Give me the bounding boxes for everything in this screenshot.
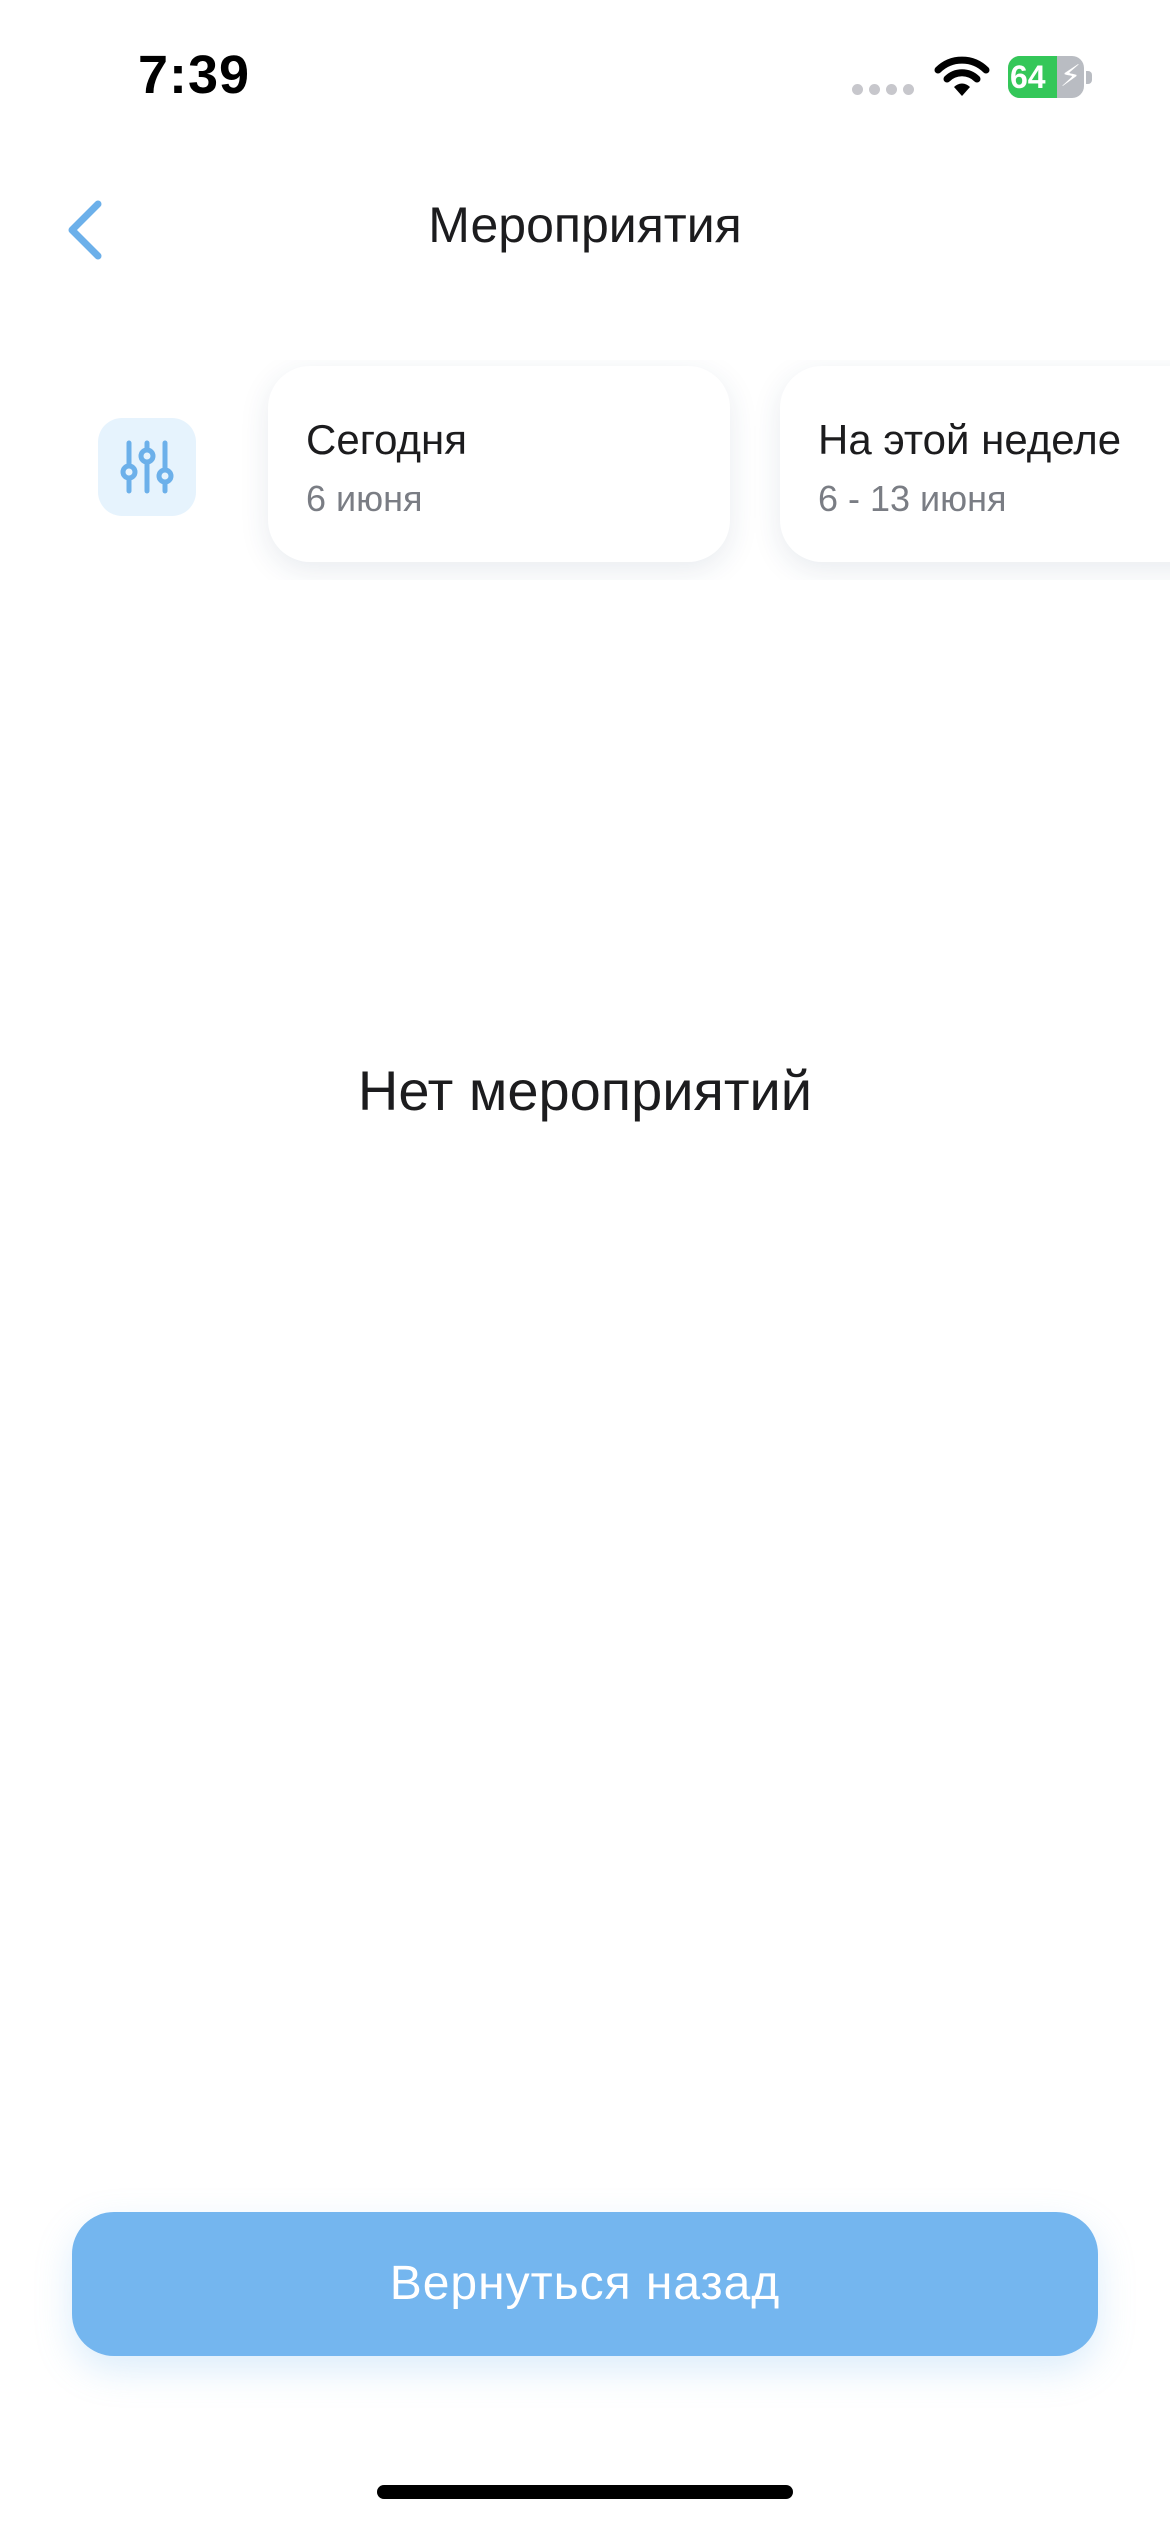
date-filter-row: Сегодня 6 июня На этой неделе 6 - 13 июн… [0,360,1170,580]
cellular-signal-icon [852,84,914,96]
battery-nub [1086,71,1092,84]
wifi-icon [934,56,990,96]
go-back-button-label: Вернуться назад [389,2257,781,2310]
chip-title: На этой неделе [818,416,1122,463]
filter-button[interactable] [98,418,196,516]
navigation-bar: Мероприятия [0,160,1170,290]
battery-body: 64 ⚡ [1008,56,1084,98]
empty-state-message: Нет мероприятий [357,1059,813,1122]
battery-charging-icon: 64 ⚡ [1008,56,1092,98]
chip-date: 6 - 13 июня [818,478,1007,519]
chip-this-week[interactable]: На этой неделе 6 - 13 июня [780,366,1170,562]
chip-title: Сегодня [306,416,467,463]
status-time: 7:39 [138,45,251,105]
chip-today[interactable]: Сегодня 6 июня [268,366,730,562]
go-back-button[interactable]: Вернуться назад [72,2212,1098,2356]
bolt-icon: ⚡ [1060,60,1082,93]
page-title: Мероприятия [428,197,742,253]
battery-percent: 64 [1010,59,1046,95]
chip-date: 6 июня [306,478,423,519]
status-bar: 7:39 64 ⚡ [0,0,1170,150]
home-indicator[interactable] [377,2485,793,2499]
sliders-icon [120,440,174,494]
